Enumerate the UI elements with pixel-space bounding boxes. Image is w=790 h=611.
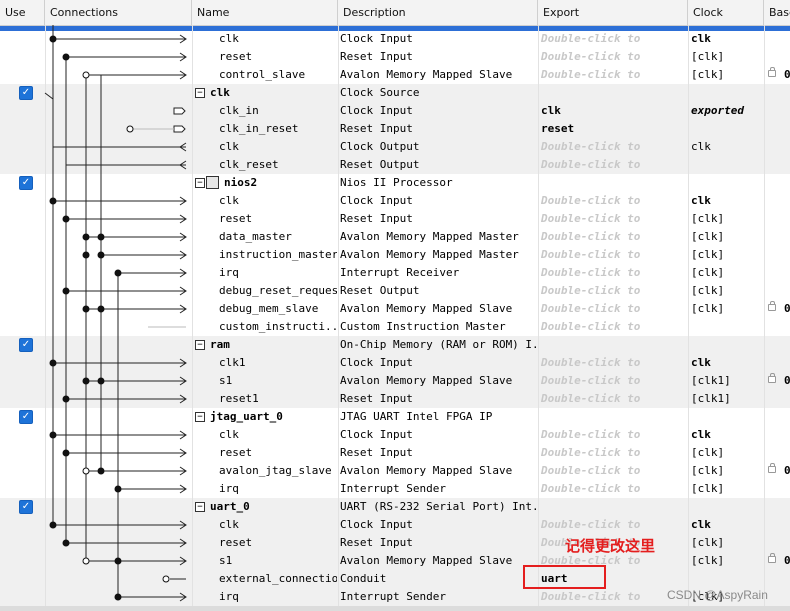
annotation-note: 记得更改这里 (565, 537, 656, 555)
connection-dot (62, 53, 70, 61)
connection-dot (97, 377, 105, 385)
connection-dot (82, 251, 90, 259)
export-port-icon (173, 125, 186, 133)
connection-dot (82, 233, 90, 241)
connection-dot (62, 395, 70, 403)
connection-dot (82, 377, 90, 385)
connection-dot (49, 431, 57, 439)
connection-dot (114, 593, 122, 601)
horizontal-scrollbar[interactable] (0, 606, 790, 611)
connection-dot (82, 557, 90, 565)
connection-dot (126, 125, 134, 133)
connection-dot (114, 557, 122, 565)
connection-dot (162, 575, 170, 583)
watermark: CSDN @AspyRain (667, 588, 768, 602)
connection-dot (82, 71, 90, 79)
highlight-box (523, 565, 606, 589)
connection-dot (62, 539, 70, 547)
connections-graph[interactable] (0, 0, 790, 611)
connection-dot (62, 215, 70, 223)
connection-dot (97, 233, 105, 241)
connection-dot (97, 305, 105, 313)
connection-dot (62, 449, 70, 457)
connection-dot (62, 287, 70, 295)
connection-dot (49, 521, 57, 529)
connection-dot (114, 269, 122, 277)
connection-dot (49, 197, 57, 205)
connection-dot (49, 35, 57, 43)
export-port-icon (173, 107, 186, 115)
connection-dot (82, 467, 90, 475)
connection-dot (82, 305, 90, 313)
connection-dot (49, 359, 57, 367)
connection-dot (114, 485, 122, 493)
connection-dot (97, 251, 105, 259)
connection-line (44, 92, 54, 100)
connection-dot (97, 467, 105, 475)
